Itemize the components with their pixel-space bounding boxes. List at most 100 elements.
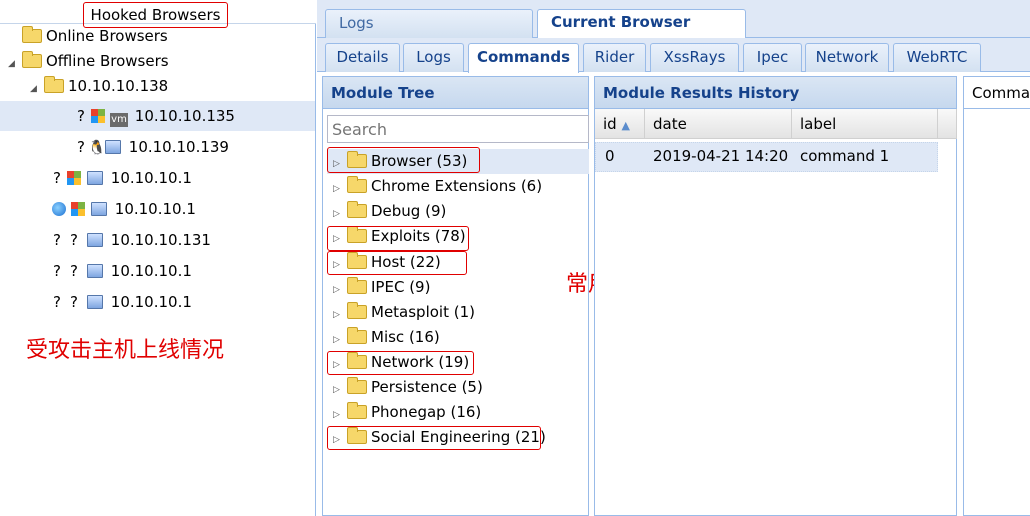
module-item[interactable]: ▷ Phonegap (16) xyxy=(327,400,589,425)
unknown-os-icon: ? xyxy=(70,293,78,311)
computer-icon xyxy=(87,295,103,309)
tab-details[interactable]: Details xyxy=(325,43,400,72)
windows-icon xyxy=(71,202,85,216)
tab-rider[interactable]: Rider xyxy=(583,43,646,72)
module-tree-panel: Module Tree ▷Browser (53) ▷Chrome Extens… xyxy=(322,76,589,516)
cell-label: command 1 xyxy=(800,147,890,165)
computer-icon xyxy=(87,171,103,185)
online-browsers-label: Online Browsers xyxy=(46,27,168,45)
host-ip: 10.10.10.1 xyxy=(110,293,192,311)
column-header-date[interactable]: date xyxy=(645,109,792,139)
computer-icon xyxy=(91,202,107,216)
tab-logs[interactable]: Logs xyxy=(403,43,464,72)
unknown-browser-icon: ? xyxy=(77,107,85,125)
module-results-title: Module Results History xyxy=(595,77,956,109)
annotation-hosts-online: 受攻击主机上线情况 xyxy=(26,338,225,363)
expand-arrow-icon[interactable]: ◢ xyxy=(8,52,18,76)
host-ip: 10.10.10.139 xyxy=(128,138,229,156)
module-item[interactable]: ▷ Misc (16) xyxy=(327,325,589,350)
computer-icon xyxy=(105,140,121,154)
module-item[interactable]: ▷ IPEC (9) xyxy=(327,275,589,300)
tab-commands[interactable]: Commands xyxy=(468,43,579,73)
tab-logs-main[interactable]: Logs xyxy=(325,9,533,38)
host-ip: 10.10.10.1 xyxy=(114,200,196,218)
unknown-os-icon: ? xyxy=(70,262,78,280)
command-panel: Comman xyxy=(963,76,1030,516)
host-row[interactable]: ?? 10.10.10.131 xyxy=(50,228,211,252)
host-row[interactable]: ? 🐧 10.10.10.139 xyxy=(74,135,229,159)
highlight-box-exploits xyxy=(327,226,469,251)
computer-icon xyxy=(87,264,103,278)
internet-explorer-icon xyxy=(52,202,66,216)
folder-icon xyxy=(347,302,367,319)
cell-id: 0 xyxy=(605,147,615,165)
module-label: Metasploit (1) xyxy=(371,303,475,321)
unknown-browser-icon: ? xyxy=(53,262,61,280)
sort-asc-icon: ▲ xyxy=(621,119,630,132)
host-ip: 10.10.10.135 xyxy=(134,107,235,125)
host-row[interactable]: ?? 10.10.10.1 xyxy=(50,290,192,314)
group-label: 10.10.10.138 xyxy=(68,77,169,95)
module-item[interactable]: ▷ Chrome Extensions (6) xyxy=(327,174,589,199)
module-tree-title: Module Tree xyxy=(323,77,588,109)
vm-icon: vm xyxy=(110,113,128,127)
folder-icon xyxy=(347,201,367,218)
tab-ipec[interactable]: Ipec xyxy=(743,43,802,72)
highlight-box-social-engineering xyxy=(327,426,541,450)
unknown-browser-icon: ? xyxy=(53,231,61,249)
column-header-label[interactable]: label xyxy=(792,109,938,139)
folder-icon xyxy=(347,377,367,394)
folder-icon xyxy=(347,402,367,419)
tree-node-group[interactable]: ◢ 10.10.10.138 xyxy=(30,74,168,98)
highlight-box-browser xyxy=(327,147,480,173)
computer-icon xyxy=(87,233,103,247)
tab-network[interactable]: Network xyxy=(805,43,889,72)
module-label: IPEC (9) xyxy=(371,278,431,296)
tab-xssrays[interactable]: XssRays xyxy=(650,43,739,72)
expand-arrow-icon[interactable]: ◢ xyxy=(30,77,40,101)
module-label: Chrome Extensions (6) xyxy=(371,177,543,195)
column-header-id[interactable]: id ▲ xyxy=(595,109,645,139)
host-row[interactable]: ? vm 10.10.10.135 xyxy=(0,101,315,131)
host-row[interactable]: ? 10.10.10.1 xyxy=(50,166,192,190)
unknown-browser-icon: ? xyxy=(53,169,61,187)
host-row[interactable]: ?? 10.10.10.1 xyxy=(50,259,192,283)
module-label: Phonegap (16) xyxy=(371,403,482,421)
highlight-box-network xyxy=(327,351,474,375)
folder-icon xyxy=(347,327,367,344)
module-label: Misc (16) xyxy=(371,328,440,346)
windows-icon xyxy=(67,171,81,185)
module-label: Persistence (5) xyxy=(371,378,483,396)
unknown-browser-icon: ? xyxy=(53,293,61,311)
folder-open-icon xyxy=(44,76,64,93)
module-label: Debug (9) xyxy=(371,202,447,220)
host-ip: 10.10.10.1 xyxy=(110,262,192,280)
tree-node-online[interactable]: Online Browsers xyxy=(22,24,168,48)
host-ip: 10.10.10.131 xyxy=(110,231,211,249)
module-results-panel: Module Results History id ▲ date label 0… xyxy=(594,76,957,516)
offline-browsers-label: Offline Browsers xyxy=(46,52,169,70)
module-item[interactable]: ▷ Metasploit (1) xyxy=(327,300,589,325)
highlight-box-host xyxy=(327,251,467,275)
tree-node-offline[interactable]: ◢ Offline Browsers xyxy=(8,49,169,73)
windows-icon xyxy=(91,109,105,123)
module-search-input[interactable] xyxy=(327,115,589,143)
tab-webrtc[interactable]: WebRTC xyxy=(893,43,981,72)
module-item[interactable]: ▷ Persistence (5) xyxy=(327,375,589,400)
hooked-browsers-panel: Hooked Browsers Online Browsers ◢ Offline… xyxy=(0,0,316,516)
command-panel-title: Comman xyxy=(964,77,1030,109)
module-item[interactable]: ▷ Debug (9) xyxy=(327,199,589,224)
tab-current-browser[interactable]: Current Browser xyxy=(537,9,746,39)
folder-icon xyxy=(22,26,42,43)
host-ip: 10.10.10.1 xyxy=(110,169,192,187)
folder-icon xyxy=(347,277,367,294)
column-header-spacer xyxy=(938,109,957,139)
unknown-browser-icon: ? xyxy=(77,138,85,156)
column-label: id xyxy=(603,115,617,133)
linux-icon: 🐧 xyxy=(88,140,106,156)
folder-icon xyxy=(347,176,367,193)
folder-open-icon xyxy=(22,51,42,68)
host-row[interactable]: 10.10.10.1 xyxy=(50,197,196,221)
cell-date: 2019-04-21 14:20 xyxy=(653,147,789,165)
unknown-os-icon: ? xyxy=(70,231,78,249)
